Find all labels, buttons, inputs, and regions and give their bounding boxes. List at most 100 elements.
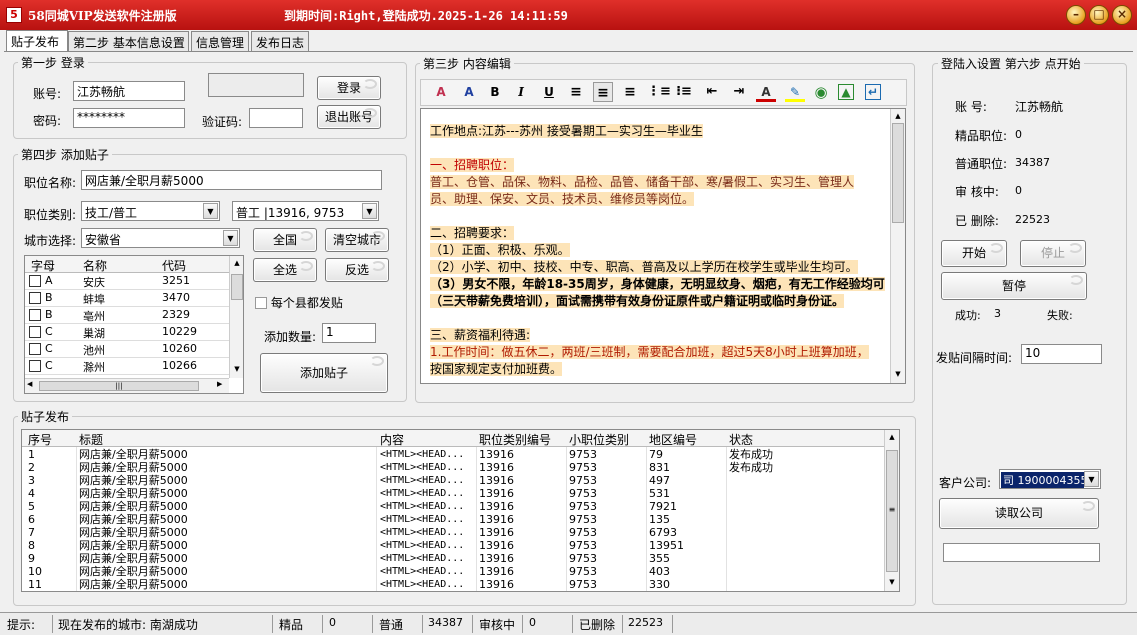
city-checkbox[interactable] bbox=[29, 309, 41, 324]
scroll-down-icon[interactable]: ▼ bbox=[892, 368, 904, 380]
table-row[interactable]: 6 网店兼/全职月薪5000 <HTML><HEAD... 13916 9753 135 bbox=[22, 513, 882, 526]
chevron-down-icon[interactable]: ▼ bbox=[223, 230, 238, 246]
minimize-button[interactable]: – bbox=[1066, 5, 1086, 25]
italic-icon[interactable]: I bbox=[511, 82, 531, 102]
scroll-thumb[interactable] bbox=[892, 123, 904, 223]
scroll-up-icon[interactable]: ▲ bbox=[231, 257, 243, 269]
city-checkbox[interactable] bbox=[29, 360, 41, 375]
unordered-list-icon[interactable]: ⁝≡ bbox=[674, 82, 694, 102]
all-country-button[interactable]: 全国 bbox=[253, 228, 317, 252]
scroll-up-icon[interactable]: ▲ bbox=[892, 110, 904, 122]
table-row[interactable]: 3 网店兼/全职月薪5000 <HTML><HEAD... 13916 9753 497 bbox=[22, 474, 882, 487]
city-row[interactable]: C 巢湖 10229 bbox=[25, 324, 229, 341]
job-type-select[interactable]: 技工/普工 ▼ bbox=[81, 201, 220, 221]
tab-post-log[interactable]: 发布日志 bbox=[251, 31, 309, 51]
indent-icon[interactable]: ⇥ bbox=[729, 82, 749, 102]
city-row[interactable]: B 亳州 2329 bbox=[25, 307, 229, 324]
table-row[interactable]: 5 网店兼/全职月薪5000 <HTML><HEAD... 13916 9753 7921 bbox=[22, 500, 882, 513]
post-no: 6 bbox=[28, 513, 35, 526]
city-row[interactable]: C 滁州 10266 bbox=[25, 358, 229, 375]
outdent-icon[interactable]: ⇤ bbox=[702, 82, 722, 102]
scroll-thumb[interactable]: ≡ bbox=[886, 450, 898, 572]
checkbox-box[interactable] bbox=[255, 297, 267, 309]
table-row[interactable]: 9 网店兼/全职月薪5000 <HTML><HEAD... 13916 9753 355 bbox=[22, 552, 882, 565]
tab-basic-settings[interactable]: 第二步 基本信息设置 bbox=[68, 31, 189, 51]
table-row[interactable]: 2 网店兼/全职月薪5000 <HTML><HEAD... 13916 9753 831 发… bbox=[22, 461, 882, 474]
job-name-input[interactable]: 网店兼/全职月薪5000 bbox=[81, 170, 382, 190]
post-content: <HTML><HEAD... bbox=[380, 462, 465, 473]
interval-input[interactable]: 10 bbox=[1021, 344, 1102, 364]
city-row[interactable]: A 安庆 3251 bbox=[25, 273, 229, 290]
captcha-input[interactable] bbox=[249, 108, 303, 128]
posts-table[interactable]: 序号 标题 内容 职位类别编号 小职位类别 地区编号 状态 1 网店兼/全职月薪5… bbox=[21, 429, 900, 592]
align-center-icon[interactable]: ≡ bbox=[593, 82, 613, 102]
bold-icon[interactable]: B bbox=[485, 82, 505, 102]
post-title: 网店兼/全职月薪5000 bbox=[79, 474, 188, 487]
add-post-button[interactable]: 添加贴子 bbox=[260, 353, 388, 393]
city-list-hscroll[interactable]: ◀ ||| ▶ bbox=[25, 378, 229, 393]
insert-link-icon[interactable]: ◉ bbox=[811, 82, 831, 102]
tab-info-manage[interactable]: 信息管理 bbox=[191, 31, 249, 51]
start-button[interactable]: 开始 bbox=[941, 240, 1007, 267]
chevron-down-icon[interactable]: ▼ bbox=[1084, 471, 1099, 487]
pause-button[interactable]: 暂停 bbox=[941, 272, 1087, 300]
city-checkbox[interactable] bbox=[29, 275, 41, 290]
ordered-list-icon[interactable]: ⋮≡ bbox=[647, 82, 671, 102]
stop-button[interactable]: 停止 bbox=[1020, 240, 1086, 267]
underline-icon[interactable]: U bbox=[539, 82, 559, 102]
tab-post[interactable]: 贴子发布 bbox=[6, 30, 68, 52]
each-county-checkbox[interactable]: 每个县都发贴 bbox=[255, 294, 343, 311]
font-size-icon[interactable]: A bbox=[459, 82, 479, 102]
highlight-icon[interactable]: ✎ bbox=[785, 82, 805, 102]
clear-city-button[interactable]: 清空城市 bbox=[325, 228, 389, 252]
content-editor[interactable]: 工作地点:江苏---苏州 接受暑期工—实习生—毕业生 一、招聘职位： 普工、仓管、品… bbox=[420, 108, 906, 384]
align-right-icon[interactable]: ≡ bbox=[620, 82, 640, 102]
invert-select-button[interactable]: 反选 bbox=[325, 258, 389, 282]
city-checkbox[interactable] bbox=[29, 343, 41, 358]
table-row[interactable]: 4 网店兼/全职月薪5000 <HTML><HEAD... 13916 9753 531 bbox=[22, 487, 882, 500]
insert-image-icon[interactable]: ▲ bbox=[838, 84, 854, 100]
source-code-icon[interactable]: ↵ bbox=[865, 84, 881, 100]
scroll-right-icon[interactable]: ▶ bbox=[217, 380, 222, 388]
account-input[interactable]: 江苏畅航 bbox=[73, 81, 185, 101]
posts-vscroll[interactable]: ▲ ≡ ▼ bbox=[884, 430, 899, 591]
chevron-down-icon[interactable]: ▼ bbox=[362, 203, 377, 219]
company-label: 客户公司: bbox=[939, 476, 992, 490]
company-output-input[interactable] bbox=[943, 543, 1100, 562]
city-row[interactable]: B 蚌埠 3470 bbox=[25, 290, 229, 307]
scroll-down-icon[interactable]: ▼ bbox=[231, 363, 243, 375]
scroll-left-icon[interactable]: ◀ bbox=[27, 380, 32, 388]
select-all-button[interactable]: 全选 bbox=[253, 258, 317, 282]
font-color-icon[interactable]: A bbox=[431, 82, 451, 102]
align-left-icon[interactable]: ≡ bbox=[566, 82, 586, 102]
city-checkbox[interactable] bbox=[29, 292, 41, 307]
scroll-thumb[interactable] bbox=[231, 274, 243, 300]
text-color-icon[interactable]: A bbox=[756, 82, 776, 102]
table-row[interactable]: 10 网店兼/全职月薪5000 <HTML><HEAD... 13916 9753 403 bbox=[22, 565, 882, 578]
job-subtype-select[interactable]: 普工 |13916, 9753 ▼ bbox=[232, 201, 379, 221]
count-input[interactable]: 1 bbox=[322, 323, 376, 343]
table-row[interactable]: 7 网店兼/全职月薪5000 <HTML><HEAD... 13916 9753 6793 bbox=[22, 526, 882, 539]
maximize-button[interactable]: □ bbox=[1089, 5, 1109, 25]
logout-button[interactable]: 退出账号 bbox=[317, 105, 381, 129]
city-row[interactable]: C 池州 10260 bbox=[25, 341, 229, 358]
city-list-vscroll[interactable]: ▲ ▼ bbox=[229, 256, 243, 378]
table-row[interactable]: 1 网店兼/全职月薪5000 <HTML><HEAD... 13916 9753 79 发布… bbox=[22, 448, 882, 461]
province-select[interactable]: 安徽省 ▼ bbox=[81, 228, 240, 248]
chevron-down-icon[interactable]: ▼ bbox=[203, 203, 218, 219]
city-checkbox[interactable] bbox=[29, 326, 41, 341]
editor-line: （3）男女不限，年龄18-35周岁，身体健康，无明显纹身、烟疤，有无工作经验均可 bbox=[430, 276, 885, 292]
col-category: 职位类别编号 bbox=[479, 433, 552, 447]
table-row[interactable]: 11 网店兼/全职月薪5000 <HTML><HEAD... 13916 9753 330 bbox=[22, 578, 882, 591]
company-select[interactable]: 司 190000435552▼ bbox=[999, 469, 1101, 489]
hscroll-thumb[interactable]: ||| bbox=[39, 381, 199, 391]
password-input[interactable]: ******** bbox=[73, 108, 185, 128]
city-list[interactable]: 字母 名称 代码 A 安庆 3251 B 蚌埠 3470 B 亳州 2329 C 巢湖 10229 C 池… bbox=[24, 255, 244, 394]
editor-vscroll[interactable]: ▲ ▼ bbox=[890, 109, 905, 383]
scroll-up-icon[interactable]: ▲ bbox=[886, 431, 898, 443]
read-company-button[interactable]: 读取公司 bbox=[939, 498, 1099, 529]
close-button[interactable]: × bbox=[1112, 5, 1132, 25]
login-button[interactable]: 登录 bbox=[317, 76, 381, 100]
scroll-down-icon[interactable]: ▼ bbox=[886, 576, 898, 588]
table-row[interactable]: 8 网店兼/全职月薪5000 <HTML><HEAD... 13916 9753 1395… bbox=[22, 539, 882, 552]
